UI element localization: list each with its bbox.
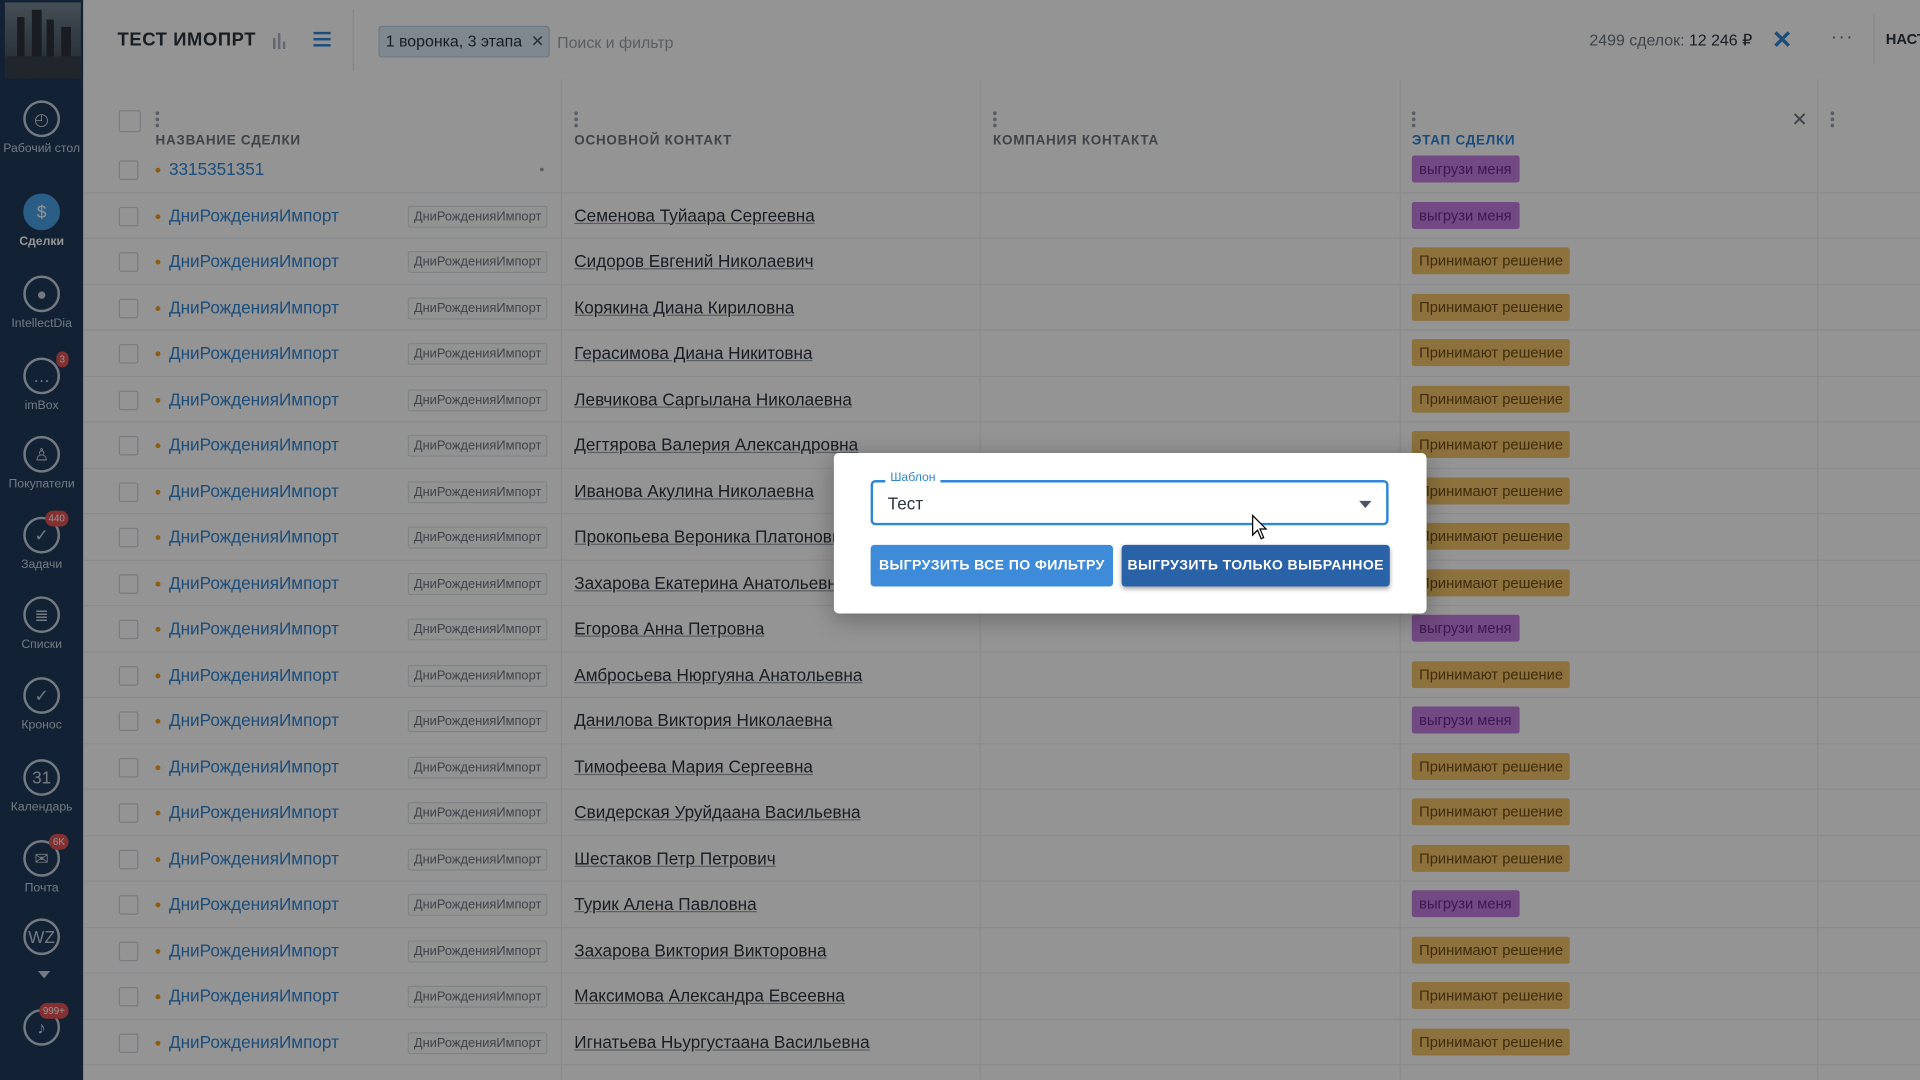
template-selected-value: Тест (887, 493, 924, 514)
app-window: ◴ Рабочий стол $ Сделки ● IntellectDia… 3 imBox… (0, 0, 1920, 1080)
template-select[interactable]: Шаблон Тест (870, 471, 1389, 526)
mouse-cursor-icon (1252, 514, 1268, 540)
export-all-button[interactable]: ВЫГРУЗИТЬ ВСЕ ПО ФИЛЬТРУ (870, 544, 1114, 587)
export-selected-button[interactable]: ВЫГРУЗИТЬ ТОЛЬКО ВЫБРАННОЕ (1121, 544, 1390, 587)
dropdown-arrow-icon[interactable] (1359, 500, 1372, 509)
template-field-label: Шаблон (885, 471, 941, 485)
export-dialog: Шаблон Тест ВЫГРУЗИТЬ ВСЕ ПО ФИЛЬТРУ ВЫГ… (833, 453, 1427, 614)
